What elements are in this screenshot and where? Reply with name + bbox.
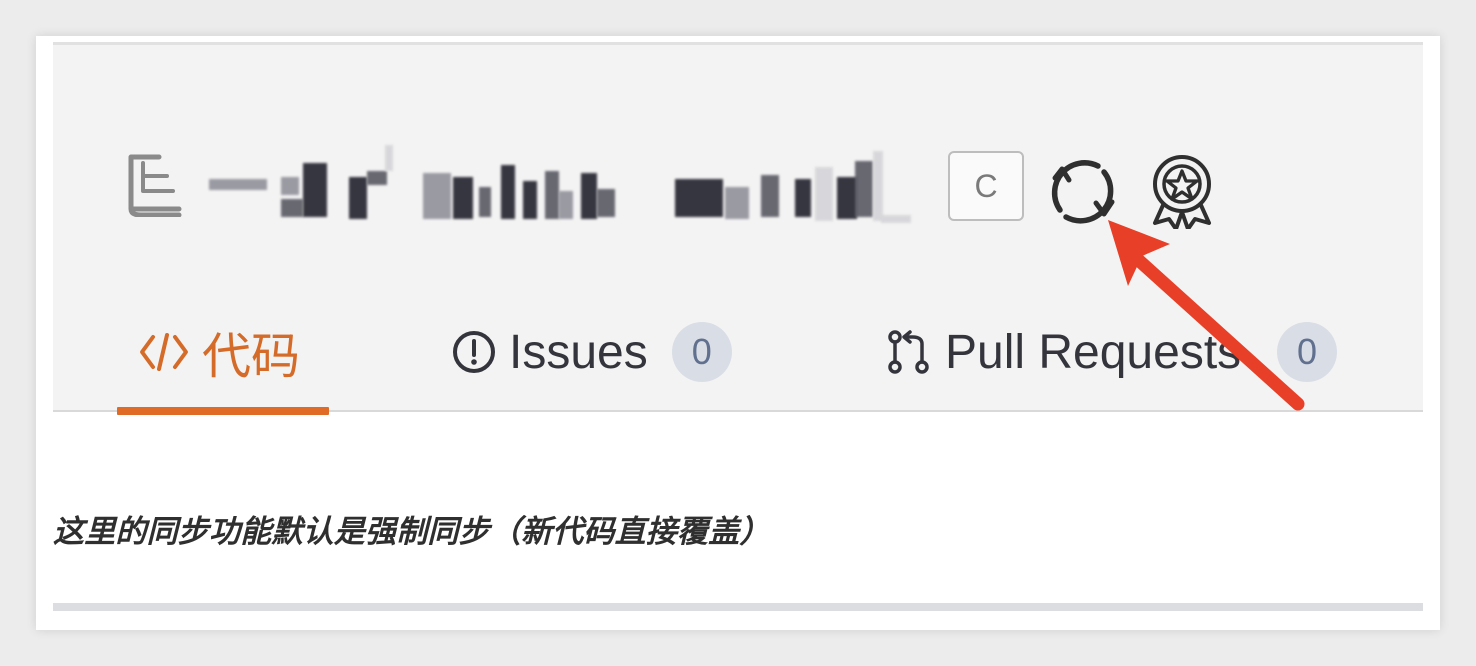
tab-pull-requests-label: Pull Requests (945, 325, 1242, 379)
sync-icon[interactable] (1044, 153, 1120, 229)
tab-pull-requests[interactable]: Pull Requests 0 (885, 303, 1345, 401)
issues-count-badge: 0 (671, 322, 732, 382)
obscured-name-block (675, 179, 723, 217)
issue-opened-icon (453, 331, 495, 373)
obscured-name-block (873, 151, 883, 221)
obscured-name-block (209, 179, 267, 190)
obscured-name-block (597, 189, 615, 217)
obscured-name-block (303, 163, 327, 217)
obscured-name-block (367, 171, 387, 185)
obscured-name-block (349, 177, 367, 219)
tab-issues-label: Issues (509, 325, 648, 379)
obscured-name-block (581, 173, 597, 219)
obscured-name-block (423, 173, 451, 219)
obscured-name-block (855, 161, 873, 217)
obscured-name-block (385, 145, 393, 171)
obscured-name-block (725, 187, 749, 219)
obscured-name-block (479, 187, 491, 217)
sync-explanation-note: 这里的同步功能默认是强制同步（新代码直接覆盖） (53, 514, 771, 549)
obscured-name-block (795, 179, 811, 217)
obscured-name-block (501, 165, 515, 219)
tab-code-label: 代码 (202, 329, 301, 384)
obscured-name-block (523, 181, 537, 219)
pull-requests-count-badge: 0 (1277, 322, 1337, 382)
active-tab-underline (117, 407, 329, 415)
pixelated-repository-name[interactable] (209, 145, 949, 231)
screenshot-canvas: C 代码 Issues 0 Pull Requests 0 这里的同步功能默认是… (0, 0, 1476, 666)
obscured-name-block (559, 191, 573, 219)
obscured-name-block (453, 177, 473, 219)
obscured-name-block (881, 215, 911, 223)
repository-title-row: C (121, 141, 1281, 231)
obscured-name-block (545, 171, 559, 219)
repository-tabs: 代码 Issues 0 Pull Requests 0 (117, 303, 1397, 415)
tab-code[interactable]: 代码 (117, 303, 329, 401)
repository-language-badge: C (948, 151, 1024, 221)
bottom-divider (53, 603, 1423, 611)
obscured-name-block (281, 199, 303, 217)
pull-request-icon (888, 330, 929, 374)
obscured-name-block (837, 177, 857, 219)
tab-issues[interactable]: Issues 0 (451, 303, 751, 401)
obscured-name-block (815, 167, 833, 221)
obscured-name-block (281, 177, 299, 195)
obscured-name-block (761, 175, 779, 217)
repository-book-icon (128, 154, 182, 217)
repository-header: C 代码 Issues 0 Pull Requests 0 (53, 42, 1423, 415)
award-badge-icon[interactable] (1147, 153, 1217, 229)
screenshot-card: C 代码 Issues 0 Pull Requests 0 这里的同步功能默认是… (36, 36, 1440, 630)
code-brackets-icon (140, 333, 188, 371)
